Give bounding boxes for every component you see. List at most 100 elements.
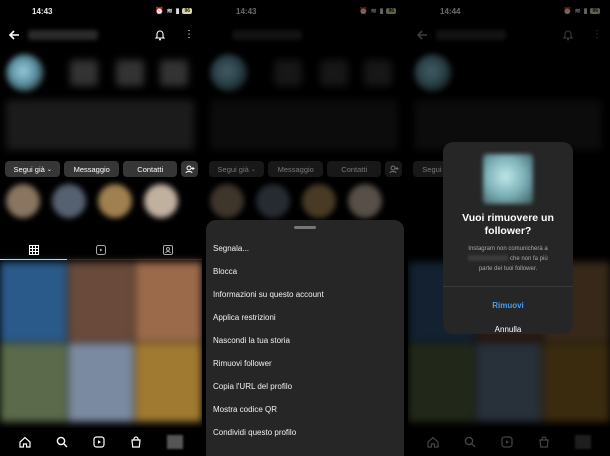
story-highlights <box>6 184 178 218</box>
top-bar <box>204 22 406 48</box>
alarm-icon: ⏰ <box>358 8 368 15</box>
signal-icon: ▮ <box>379 8 384 15</box>
tab-reels[interactable] <box>67 240 135 260</box>
contacts-button: Contatti <box>326 161 382 177</box>
battery-indicator: 96 <box>590 8 600 14</box>
shop-icon[interactable] <box>130 436 142 448</box>
alarm-icon: ⏰ <box>154 8 164 15</box>
following-button[interactable]: Segui già ⌄ <box>5 161 61 177</box>
sheet-drag-handle[interactable] <box>294 226 316 229</box>
highlight-item <box>256 184 290 218</box>
top-bar: ⋮ <box>408 22 610 48</box>
back-arrow-icon <box>416 29 428 41</box>
avatar <box>414 54 452 92</box>
bio-blurred <box>210 100 398 150</box>
profile-button-row: Segui già ⌄ Messaggio Contatti <box>209 161 403 177</box>
reels-icon <box>95 244 106 255</box>
stat-followers[interactable] <box>116 60 144 86</box>
menu-item-hide-story[interactable]: Nascondi la tua storia <box>206 329 404 352</box>
post-thumbnail[interactable] <box>135 342 202 422</box>
search-icon[interactable] <box>56 436 68 448</box>
battery-indicator: 96 <box>182 8 192 14</box>
profile-avatar[interactable] <box>167 435 184 449</box>
wifi-icon: ≋ <box>166 8 173 15</box>
follower-avatar-blurred <box>483 154 533 204</box>
menu-item-qr-code[interactable]: Mostra codice QR <box>206 398 404 421</box>
post-thumbnail[interactable] <box>0 342 67 422</box>
add-user-icon <box>389 165 399 173</box>
add-user-icon <box>185 165 195 173</box>
home-icon[interactable] <box>18 436 31 448</box>
tagged-icon <box>163 244 174 255</box>
menu-item-block[interactable]: Blocca <box>206 260 404 283</box>
highlight-item <box>302 184 336 218</box>
add-user-button[interactable] <box>181 161 199 177</box>
menu-item-about-account[interactable]: Informazioni su questo account <box>206 283 404 306</box>
stat-followers <box>320 60 348 86</box>
contacts-button[interactable]: Contatti <box>122 161 178 177</box>
status-icons: ⏰ ≋ ▮ 96 <box>563 7 600 15</box>
panel-remove-follower-dialog: 14:44 ⏰ ≋ ▮ 96 ⋮ Segui già ⌄ <box>408 0 610 456</box>
stat-following[interactable] <box>160 60 188 86</box>
remove-button[interactable]: Rimuovi <box>443 293 573 317</box>
message-button[interactable]: Messaggio <box>64 161 119 177</box>
story-highlights <box>210 184 382 218</box>
post-thumbnail[interactable] <box>135 262 202 342</box>
wifi-icon: ≋ <box>574 8 581 15</box>
back-arrow-icon[interactable] <box>8 29 20 41</box>
status-time: 14:43 <box>236 6 257 16</box>
avatar[interactable] <box>6 54 44 92</box>
bottom-nav <box>0 428 202 456</box>
tab-tagged[interactable] <box>134 240 202 260</box>
post-thumbnail[interactable] <box>67 262 135 342</box>
battery-indicator: 96 <box>386 8 396 14</box>
cancel-button[interactable]: Annulla <box>443 317 573 341</box>
top-bar: ⋮ <box>0 22 202 48</box>
shop-icon <box>539 436 549 448</box>
reels-icon[interactable] <box>93 436 105 448</box>
more-options-icon[interactable]: ⋮ <box>184 30 194 40</box>
highlight-item <box>348 184 382 218</box>
signal-icon: ▮ <box>175 8 180 15</box>
tab-grid[interactable] <box>0 240 68 260</box>
dialog-title: Vuoi rimuovere un follower? <box>462 212 554 237</box>
username-blurred <box>468 255 509 262</box>
wifi-icon: ≋ <box>370 8 377 15</box>
post-thumbnail <box>408 342 475 422</box>
highlight-item[interactable] <box>144 184 178 218</box>
post-thumbnail[interactable] <box>67 342 135 422</box>
dialog-message-line: parte dei tuoi follower. <box>478 266 538 272</box>
username-blurred <box>28 30 98 40</box>
chevron-down-icon: ⌄ <box>250 166 256 173</box>
status-icons: ⏰ ≋ ▮ 96 <box>155 7 192 15</box>
posts-grid <box>0 262 202 422</box>
following-label: Segui già <box>217 164 249 174</box>
add-user-button <box>385 161 403 177</box>
highlight-item[interactable] <box>52 184 86 218</box>
menu-item-report[interactable]: Segnala... <box>206 237 404 260</box>
bell-icon[interactable] <box>154 29 166 41</box>
following-label: Segui già <box>13 164 45 174</box>
highlight-item <box>210 184 244 218</box>
highlight-item[interactable] <box>98 184 132 218</box>
username-blurred <box>232 30 302 40</box>
panel-options-menu: 14:43 ⏰ ≋ ▮ 96 Segui già ⌄ Messaggio Con… <box>204 0 406 456</box>
options-bottom-sheet: Segnala... Blocca Informazioni su questo… <box>206 220 404 456</box>
search-icon <box>464 436 476 448</box>
stat-following <box>364 60 392 86</box>
avatar <box>210 54 248 92</box>
bottom-nav <box>408 428 610 456</box>
menu-item-copy-url[interactable]: Copia l'URL del profilo <box>206 375 404 398</box>
dialog-message: Instagram non comunicherà a che non fa p… <box>443 238 573 274</box>
highlight-item[interactable] <box>6 184 40 218</box>
post-thumbnail[interactable] <box>0 262 67 342</box>
following-button: Segui già ⌄ <box>209 161 265 177</box>
panel-profile: 14:43 ⏰ ≋ ▮ 96 ⋮ Segui già ⌄ Messaggio C… <box>0 0 202 456</box>
dialog-message-line: che non fa più <box>509 256 548 262</box>
profile-button-row: Segui già ⌄ Messaggio Contatti <box>5 161 199 177</box>
chevron-down-icon: ⌄ <box>46 166 52 173</box>
menu-item-restrict[interactable]: Applica restrizioni <box>206 306 404 329</box>
menu-item-share-profile[interactable]: Condividi questo profilo <box>206 421 404 444</box>
profile-tabs <box>0 240 202 260</box>
menu-item-remove-follower[interactable]: Rimuovi follower <box>206 352 404 375</box>
